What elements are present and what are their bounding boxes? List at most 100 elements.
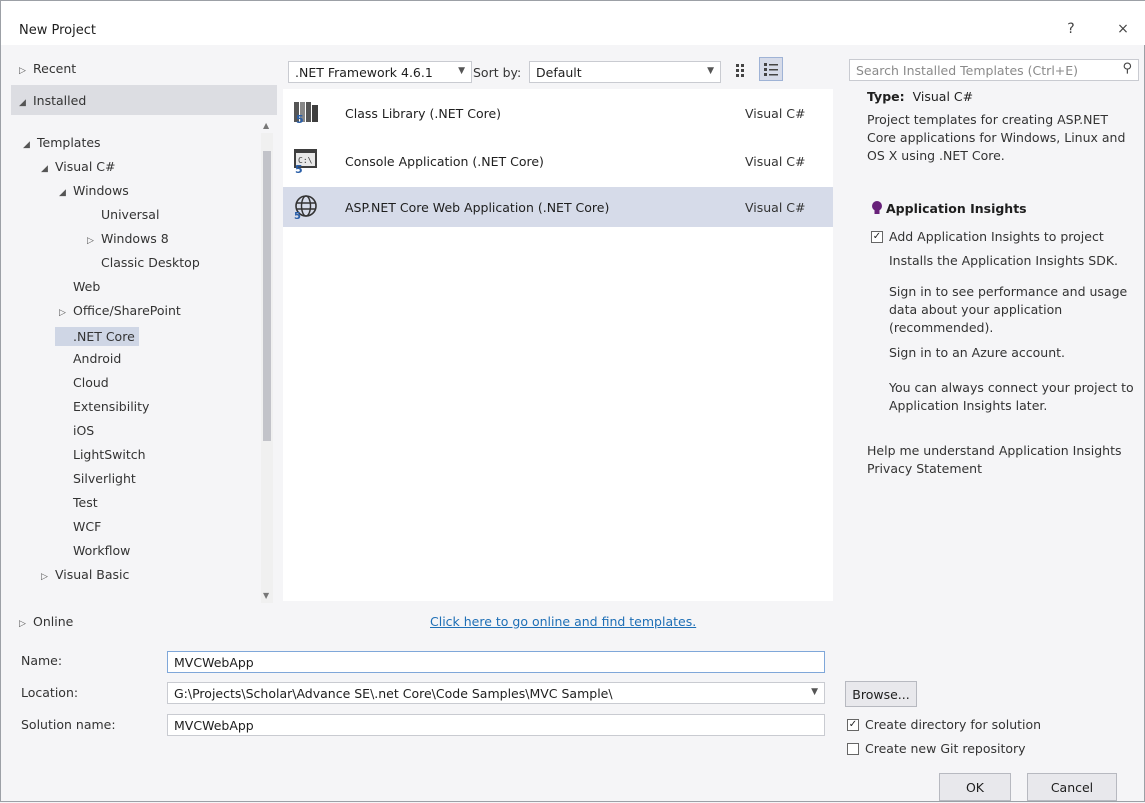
template-list: 5 Class Library (.NET Core) Visual C# C:…	[283, 89, 833, 601]
template-description: Project templates for creating ASP.NET C…	[867, 112, 1126, 163]
collapse-arrow-icon: ◢	[19, 98, 26, 108]
tree-item[interactable]: ▷ Office/SharePoint	[59, 303, 181, 318]
tree-item[interactable]: Silverlight	[59, 471, 136, 486]
solution-name-label: Solution name:	[21, 717, 116, 732]
tree-item[interactable]: Test	[59, 495, 98, 510]
tree-item[interactable]: ◢ Visual C#	[41, 159, 116, 174]
tree-item-label: .NET Core	[73, 329, 135, 344]
project-name-input[interactable]: MVCWebApp	[167, 651, 825, 673]
search-icon[interactable]: ⚲	[1122, 61, 1132, 76]
tree-item[interactable]: .NET Core	[55, 327, 139, 346]
tree-item[interactable]: ▷ Visual Basic	[41, 567, 129, 582]
tree-item-label: iOS	[73, 423, 95, 438]
template-language: Visual C#	[745, 200, 806, 215]
nav-installed-row[interactable]: ◢ Installed	[19, 93, 86, 108]
scroll-up-arrow-icon[interactable]: ▲	[263, 121, 269, 130]
sort-select[interactable]: Default ▼	[529, 61, 721, 83]
chevron-down-icon: ▼	[707, 66, 714, 76]
location-input[interactable]: G:\Projects\Scholar\Advance SE\.net Core…	[167, 682, 825, 704]
title-bar: New Project ? ×	[1, 1, 1145, 45]
nav-recent-label: Recent	[33, 61, 77, 76]
template-item-class-library[interactable]: 5 Class Library (.NET Core) Visual C#	[283, 93, 833, 133]
type-row: Type: Visual C#	[867, 89, 973, 104]
close-button[interactable]: ×	[1113, 21, 1133, 37]
nav-recent[interactable]: ▷ Recent	[19, 61, 76, 76]
tree-item[interactable]: Cloud	[59, 375, 109, 390]
help-button[interactable]: ?	[1061, 21, 1081, 37]
template-item-aspnet-core-web[interactable]: 5 ASP.NET Core Web Application (.NET Cor…	[283, 187, 833, 227]
browse-button[interactable]: Browse...	[845, 681, 917, 707]
expand-arrow-icon[interactable]: ▷	[87, 236, 101, 246]
template-language: Visual C#	[745, 106, 806, 121]
tree-item[interactable]: Android	[59, 351, 121, 366]
sort-value: Default	[536, 65, 582, 80]
nav-online[interactable]: ▷ Online	[19, 614, 73, 629]
tree-item-label: Templates	[37, 135, 101, 150]
tree-item[interactable]: Universal	[87, 207, 159, 222]
tree-scroll-thumb[interactable]	[263, 151, 271, 441]
add-insights-checkbox[interactable]: ✓	[871, 231, 883, 243]
project-form: Name: MVCWebApp Location: G:\Projects\Sc…	[1, 645, 1145, 803]
tree-item[interactable]: WCF	[59, 519, 101, 534]
framework-value: .NET Framework 4.6.1	[295, 65, 433, 80]
tree-item[interactable]: LightSwitch	[59, 447, 146, 462]
create-directory-label: Create directory for solution	[865, 717, 1042, 732]
tree-item-label: Windows	[73, 183, 129, 198]
lightbulb-icon	[872, 201, 882, 214]
tree-item-label: Visual Basic	[55, 567, 130, 582]
search-placeholder: Search Installed Templates (Ctrl+E)	[856, 63, 1079, 78]
privacy-statement-link[interactable]: Privacy Statement	[867, 461, 982, 476]
tree-item-label: Cloud	[73, 375, 109, 390]
signin-azure-link[interactable]: Sign in to an Azure account.	[889, 345, 1065, 360]
template-item-console-app[interactable]: C:\ 5 Console Application (.NET Core) Vi…	[283, 141, 833, 181]
grid-view-icon	[736, 64, 744, 77]
ok-button[interactable]: OK	[939, 773, 1011, 801]
online-templates-link[interactable]: Click here to go online and find templat…	[430, 614, 696, 629]
nav-installed-label: Installed	[33, 93, 87, 108]
help-insights-link[interactable]: Help me understand Application Insights	[867, 443, 1122, 458]
svg-text:5: 5	[295, 163, 303, 173]
tree-item-label: Universal	[101, 207, 160, 222]
create-git-checkbox[interactable]	[847, 743, 859, 755]
signin-description: Sign in to see performance and usage dat…	[889, 284, 1128, 335]
chevron-down-icon: ▼	[458, 66, 465, 76]
collapse-arrow-icon[interactable]: ◢	[41, 164, 55, 174]
create-directory-checkbox[interactable]: ✓	[847, 719, 859, 731]
insights-header: Application Insights	[871, 201, 1131, 216]
solution-name-input[interactable]: MVCWebApp	[167, 714, 825, 736]
small-icons-view-button[interactable]	[731, 59, 753, 81]
insights-sdk-text: Installs the Application Insights SDK.	[889, 253, 1118, 268]
dialog-title: New Project	[19, 23, 96, 38]
insights-title: Application Insights	[886, 201, 1027, 216]
list-view-button[interactable]	[759, 57, 783, 81]
tree-item-label: Workflow	[73, 543, 131, 558]
location-value: G:\Projects\Scholar\Advance SE\.net Core…	[174, 686, 613, 701]
expand-arrow-icon[interactable]: ▷	[59, 308, 73, 318]
cancel-button[interactable]: Cancel	[1027, 773, 1117, 801]
tree-item-label: Windows 8	[101, 231, 169, 246]
tree-item-label: Extensibility	[73, 399, 150, 414]
name-label: Name:	[21, 653, 63, 668]
tree-item[interactable]: ▷ Windows 8	[87, 231, 169, 246]
collapse-arrow-icon[interactable]: ◢	[23, 140, 37, 150]
framework-select[interactable]: .NET Framework 4.6.1 ▼	[288, 61, 472, 83]
scroll-down-arrow-icon[interactable]: ▼	[263, 591, 269, 600]
tree-item[interactable]: ◢ Templates	[23, 135, 101, 150]
console-app-icon: C:\ 5	[294, 149, 317, 173]
svg-text:5: 5	[294, 211, 301, 219]
tree-item[interactable]: Classic Desktop	[87, 255, 200, 270]
sort-by-label: Sort by:	[473, 65, 522, 80]
tree-item[interactable]: iOS	[59, 423, 94, 438]
web-app-icon: 5	[294, 195, 317, 219]
tree-item-label: Web	[73, 279, 101, 294]
tree-item[interactable]: Extensibility	[59, 399, 149, 414]
tree-item[interactable]: Workflow	[59, 543, 130, 558]
tree-item[interactable]: Web	[59, 279, 100, 294]
expand-arrow-icon[interactable]: ▷	[41, 572, 55, 582]
tree-item[interactable]: ◢ Windows	[59, 183, 129, 198]
search-templates-input[interactable]: Search Installed Templates (Ctrl+E) ⚲	[849, 59, 1139, 81]
template-name: Class Library (.NET Core)	[345, 106, 502, 121]
template-name: Console Application (.NET Core)	[345, 154, 544, 169]
chevron-down-icon[interactable]: ▼	[811, 687, 818, 697]
collapse-arrow-icon[interactable]: ◢	[59, 188, 73, 198]
